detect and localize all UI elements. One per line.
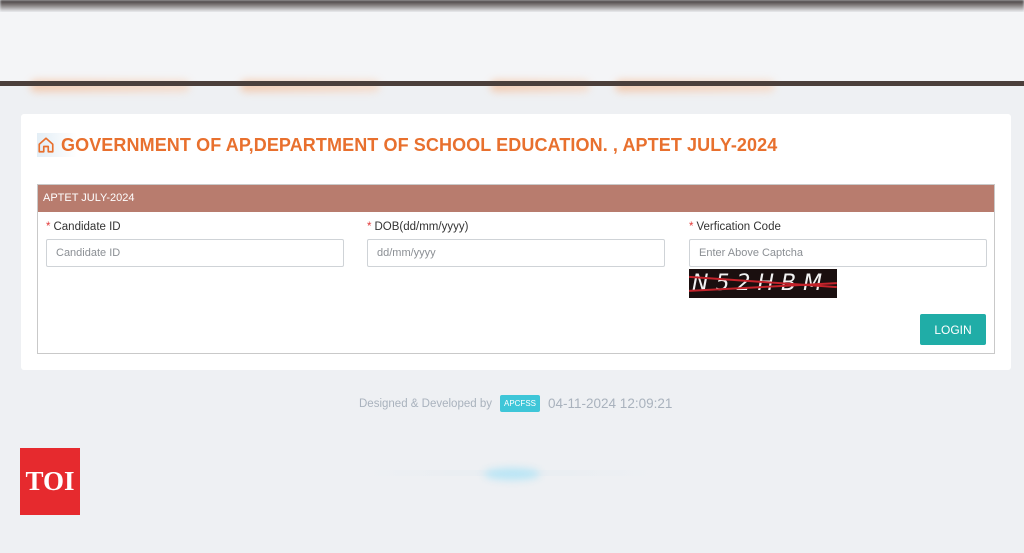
login-panel: APTET JULY-2024 *Candidate ID *DOB(dd/mm… <box>37 184 995 354</box>
verification-label: Verfication Code <box>696 221 781 233</box>
required-marker: * <box>367 221 372 233</box>
designed-by-text: Designed & Developed by <box>359 397 492 410</box>
timestamp: 04-11-2024 12:09:21 <box>548 396 673 411</box>
page-heading: GOVERNMENT OF AP,DEPARTMENT OF SCHOOL ED… <box>37 133 778 157</box>
top-shadow <box>0 0 1024 12</box>
candidate-id-group: * Candidate ID <box>46 221 344 267</box>
dob-input[interactable] <box>367 239 665 267</box>
footer: Designed & Developed by APCFSS 04-11-202… <box>359 395 672 412</box>
login-button[interactable]: LOGIN <box>920 314 986 345</box>
verification-group: *Verfication Code N52HBM <box>689 221 987 298</box>
required-marker: * <box>46 221 51 233</box>
toi-watermark: TOI <box>20 448 80 515</box>
candidate-id-label: Candidate ID <box>53 221 121 233</box>
header-blurred <box>0 12 1024 92</box>
home-icon <box>38 137 54 153</box>
apcfss-badge[interactable]: APCFSS <box>499 395 540 412</box>
captcha-image: N52HBM <box>689 269 837 298</box>
candidate-id-input[interactable] <box>46 239 344 267</box>
dob-label: DOB(dd/mm/yyyy) <box>374 221 469 233</box>
page-title: GOVERNMENT OF AP,DEPARTMENT OF SCHOOL ED… <box>61 134 778 155</box>
captcha-input[interactable] <box>689 239 987 267</box>
panel-title: APTET JULY-2024 <box>38 185 994 212</box>
header-divider <box>0 81 1024 86</box>
dob-group: * DOB(dd/mm/yyyy) <box>367 221 665 267</box>
required-marker: * <box>689 221 694 233</box>
login-card: GOVERNMENT OF AP,DEPARTMENT OF SCHOOL ED… <box>21 114 1011 370</box>
